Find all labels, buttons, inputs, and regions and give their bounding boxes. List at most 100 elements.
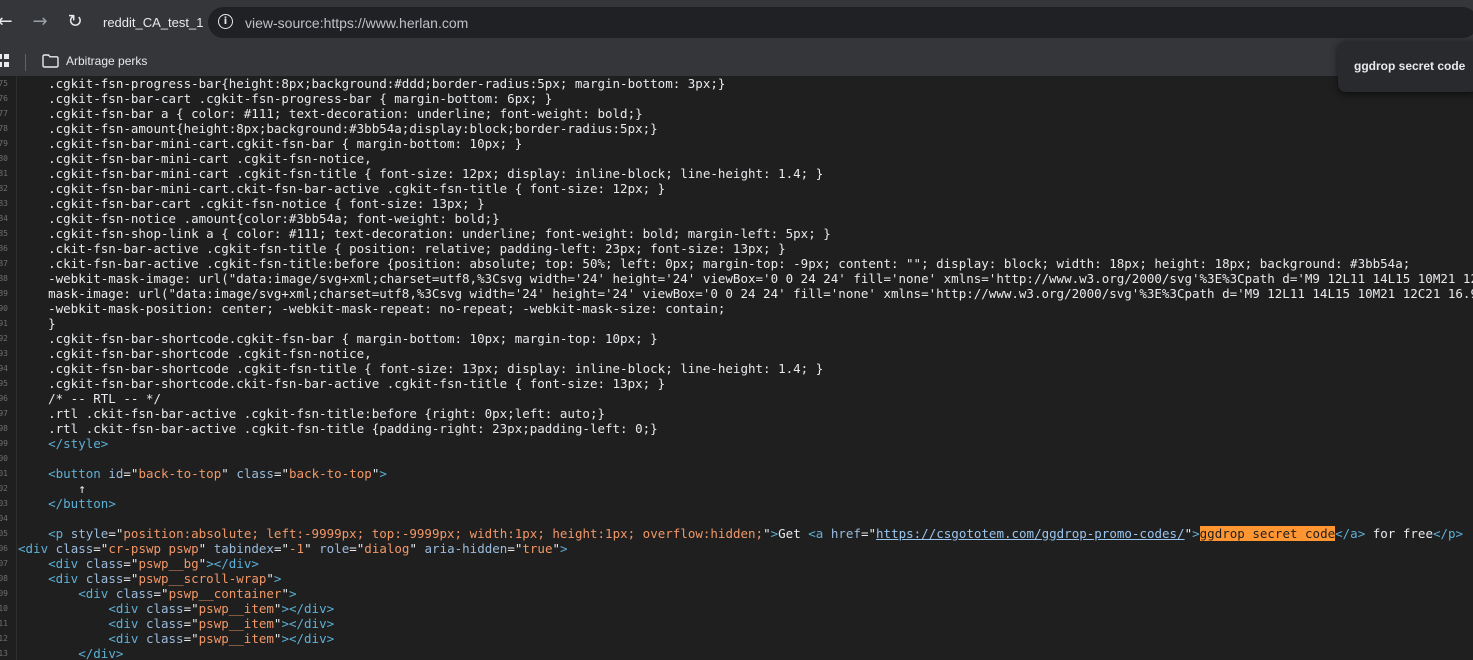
tab-title[interactable]: reddit_CA_test_1	[103, 15, 203, 30]
source-line: 04	[0, 511, 1473, 526]
line-number: 95	[0, 379, 8, 388]
source-code-text: .cgkit-fsn-bar-mini-cart.ckit-fsn-bar-ac…	[18, 181, 666, 196]
source-line: 96 /* -- RTL -- */	[0, 391, 1473, 406]
source-line: 05 <p style="position:absolute; left:-99…	[0, 526, 1473, 541]
source-line: 83 .cgkit-fsn-bar-cart .cgkit-fsn-notice…	[0, 196, 1473, 211]
source-line: 07 <div class="pswp__bg"></div>	[0, 556, 1473, 571]
source-code-text: .cgkit-fsn-bar a { color: #111; text-dec…	[18, 106, 643, 121]
apps-grid-icon[interactable]	[0, 54, 9, 68]
source-code-text: <div class="pswp__container">	[78, 586, 297, 601]
line-number: 96	[0, 394, 8, 403]
source-code-text: }	[18, 316, 56, 331]
folder-icon	[42, 54, 59, 68]
source-line: 95 .cgkit-fsn-bar-shortcode.ckit-fsn-bar…	[0, 376, 1473, 391]
back-arrow-icon[interactable]: ←	[0, 11, 16, 33]
source-line: 08 <div class="pswp__scroll-wrap">	[0, 571, 1473, 586]
source-code-text: <div class="pswp__bg"></div>	[48, 556, 259, 571]
source-code-text: .cgkit-fsn-bar-mini-cart.cgkit-fsn-bar {…	[18, 136, 523, 151]
line-number: 81	[0, 169, 8, 178]
source-code-text: .cgkit-fsn-bar-shortcode.cgkit-fsn-bar {…	[18, 331, 658, 346]
line-number: 77	[0, 109, 8, 118]
line-number: 91	[0, 319, 8, 328]
source-line: 76 .cgkit-fsn-bar-cart .cgkit-fsn-progre…	[0, 91, 1473, 106]
source-line: 88 -webkit-mask-image: url("data:image/s…	[0, 271, 1473, 286]
source-code-text: <button id="back-to-top" class="back-to-…	[48, 466, 387, 481]
source-code-text: <p style="position:absolute; left:-9999p…	[48, 526, 1464, 541]
line-number: 02	[0, 484, 8, 493]
tooltip-popup: ggdrop secret code	[1338, 41, 1473, 92]
source-code-text: .cgkit-fsn-bar-mini-cart .cgkit-fsn-noti…	[18, 151, 372, 166]
source-code-text: .cgkit-fsn-shop-link a { color: #111; te…	[18, 226, 831, 241]
line-number: 04	[0, 514, 8, 523]
source-line: 13 </div>	[0, 646, 1473, 660]
browser-toolbar: ← → ↻ reddit_CA_test_1 i view-source:htt…	[0, 0, 1473, 45]
source-line: 01 <button id="back-to-top" class="back-…	[0, 466, 1473, 481]
source-code-text: .ckit-fsn-bar-active .cgkit-fsn-title:be…	[18, 256, 1411, 271]
source-code-text: <div class="pswp__item"></div>	[108, 616, 335, 631]
source-line: 03 </button>	[0, 496, 1473, 511]
source-line: 81 .cgkit-fsn-bar-mini-cart .cgkit-fsn-t…	[0, 166, 1473, 181]
line-number: 03	[0, 499, 8, 508]
source-code-text: <div class="pswp__item"></div>	[108, 601, 335, 616]
forward-arrow-icon[interactable]: →	[29, 11, 51, 33]
line-number: 11	[0, 619, 8, 628]
reload-icon[interactable]: ↻	[64, 11, 86, 33]
line-number: 89	[0, 289, 8, 298]
source-code-text: .rtl .ckit-fsn-bar-active .cgkit-fsn-tit…	[18, 421, 658, 436]
site-info-icon[interactable]: i	[218, 14, 233, 29]
source-code-text: </style>	[48, 436, 109, 451]
source-code-text: .cgkit-fsn-notice .amount{color:#3bb54a;…	[18, 211, 500, 226]
source-line: 10 <div class="pswp__item"></div>	[0, 601, 1473, 616]
source-code-text: </button>	[48, 496, 116, 511]
bookmark-folder-arbitrage-perks[interactable]: Arbitrage perks	[66, 54, 147, 68]
view-source-content: 75 .cgkit-fsn-progress-bar{height:8px;ba…	[0, 76, 1473, 660]
source-line: 06 <div class="cr-pswp pswp" tabindex="-1…	[0, 541, 1473, 556]
source-code-text: .rtl .ckit-fsn-bar-active .cgkit-fsn-tit…	[18, 406, 605, 421]
line-number: 90	[0, 304, 8, 313]
line-number: 09	[0, 589, 8, 598]
line-number: 86	[0, 244, 8, 253]
line-number: 84	[0, 214, 8, 223]
source-line: 82 .cgkit-fsn-bar-mini-cart.ckit-fsn-bar…	[0, 181, 1473, 196]
source-code-text: .cgkit-fsn-bar-shortcode .cgkit-fsn-noti…	[18, 346, 372, 361]
source-line: 99 </style>	[0, 436, 1473, 451]
source-code-text: /* -- RTL -- */	[18, 391, 161, 406]
line-number: 76	[0, 94, 8, 103]
line-number: 13	[0, 649, 8, 658]
source-line: 11 <div class="pswp__item"></div>	[0, 616, 1473, 631]
source-line: 86 .ckit-fsn-bar-active .cgkit-fsn-title…	[0, 241, 1473, 256]
source-code-text: ↑	[18, 481, 86, 496]
source-code-text: mask-image: url("data:image/svg+xml;char…	[18, 286, 1473, 301]
line-number: 94	[0, 364, 8, 373]
line-number: 83	[0, 199, 8, 208]
source-line: 98 .rtl .ckit-fsn-bar-active .cgkit-fsn-…	[0, 421, 1473, 436]
source-line: 78 .cgkit-fsn-amount{height:8px;backgrou…	[0, 121, 1473, 136]
line-number: 08	[0, 574, 8, 583]
line-number: 88	[0, 274, 8, 283]
source-line: 89 mask-image: url("data:image/svg+xml;c…	[0, 286, 1473, 301]
find-highlight: ggdrop secret code	[1199, 526, 1336, 541]
source-code-text: <div class="pswp__scroll-wrap">	[48, 571, 282, 586]
source-code-text: .cgkit-fsn-bar-cart .cgkit-fsn-progress-…	[18, 91, 553, 106]
source-line: 00	[0, 451, 1473, 466]
address-bar[interactable]: i view-source:https://www.herlan.com	[208, 7, 1473, 38]
line-number: 10	[0, 604, 8, 613]
url-text[interactable]: view-source:https://www.herlan.com	[245, 15, 468, 31]
line-number: 98	[0, 424, 8, 433]
source-code-text: .cgkit-fsn-progress-bar{height:8px;backg…	[18, 76, 726, 91]
source-code-text: .ckit-fsn-bar-active .cgkit-fsn-title { …	[18, 241, 786, 256]
line-number: 01	[0, 469, 8, 478]
source-line: 09 <div class="pswp__container">	[0, 586, 1473, 601]
line-number: 85	[0, 229, 8, 238]
source-code-text: .cgkit-fsn-bar-cart .cgkit-fsn-notice { …	[18, 196, 485, 211]
source-line: 02 ↑	[0, 481, 1473, 496]
source-line: 12 <div class="pswp__item"></div>	[0, 631, 1473, 646]
source-code-text: -webkit-mask-image: url("data:image/svg+…	[18, 271, 1473, 286]
line-number: 12	[0, 634, 8, 643]
line-number: 99	[0, 439, 8, 448]
line-number: 79	[0, 139, 8, 148]
source-code-text: .cgkit-fsn-bar-shortcode.ckit-fsn-bar-ac…	[18, 376, 666, 391]
line-number: 00	[0, 454, 8, 463]
source-line: 87 .ckit-fsn-bar-active .cgkit-fsn-title…	[0, 256, 1473, 271]
line-number: 05	[0, 529, 8, 538]
